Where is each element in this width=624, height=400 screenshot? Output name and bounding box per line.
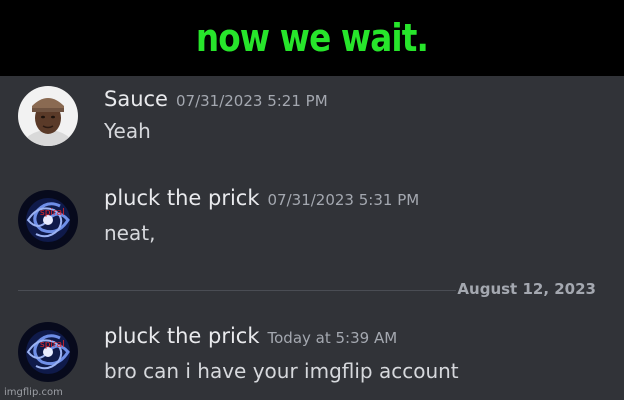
message-timestamp: Today at 5:39 AM (267, 329, 398, 347)
date-divider: August 12, 2023 (18, 278, 606, 302)
person-photo-icon (18, 86, 78, 146)
username[interactable]: Sauce (104, 87, 168, 111)
user-avatar[interactable] (18, 86, 78, 146)
message-text: Yeah (104, 119, 151, 143)
message-timestamp: 07/31/2023 5:21 PM (175, 92, 328, 110)
svg-text:spiral: spiral (40, 340, 65, 350)
divider-date-label: August 12, 2023 (457, 280, 596, 298)
svg-text:spiral: spiral (40, 208, 65, 218)
message-header: pluck the prick 07/31/2023 5:31 PM (104, 186, 419, 210)
meme-frame: now we wait. Sauce 07/31/2023 5:21 PM Ye… (0, 0, 624, 400)
message-header: Sauce 07/31/2023 5:21 PM (104, 87, 328, 111)
divider-line (18, 290, 456, 291)
username[interactable]: pluck the prick (104, 324, 260, 348)
user-avatar[interactable]: spiral (18, 322, 78, 382)
imgflip-watermark: imgflip.com (4, 387, 63, 398)
meme-caption: now we wait. (195, 16, 429, 60)
message-header: pluck the prick Today at 5:39 AM (104, 324, 397, 348)
username[interactable]: pluck the prick (104, 186, 260, 210)
chat-screenshot: Sauce 07/31/2023 5:21 PM Yeah spiral pluc… (0, 76, 624, 400)
message-text: bro can i have your imgflip account (104, 359, 459, 383)
spiral-galaxy-icon: spiral (18, 190, 78, 250)
user-avatar[interactable]: spiral (18, 190, 78, 250)
spiral-galaxy-icon: spiral (18, 322, 78, 382)
message-text: neat, (104, 221, 156, 245)
message-timestamp: 07/31/2023 5:31 PM (267, 191, 420, 209)
